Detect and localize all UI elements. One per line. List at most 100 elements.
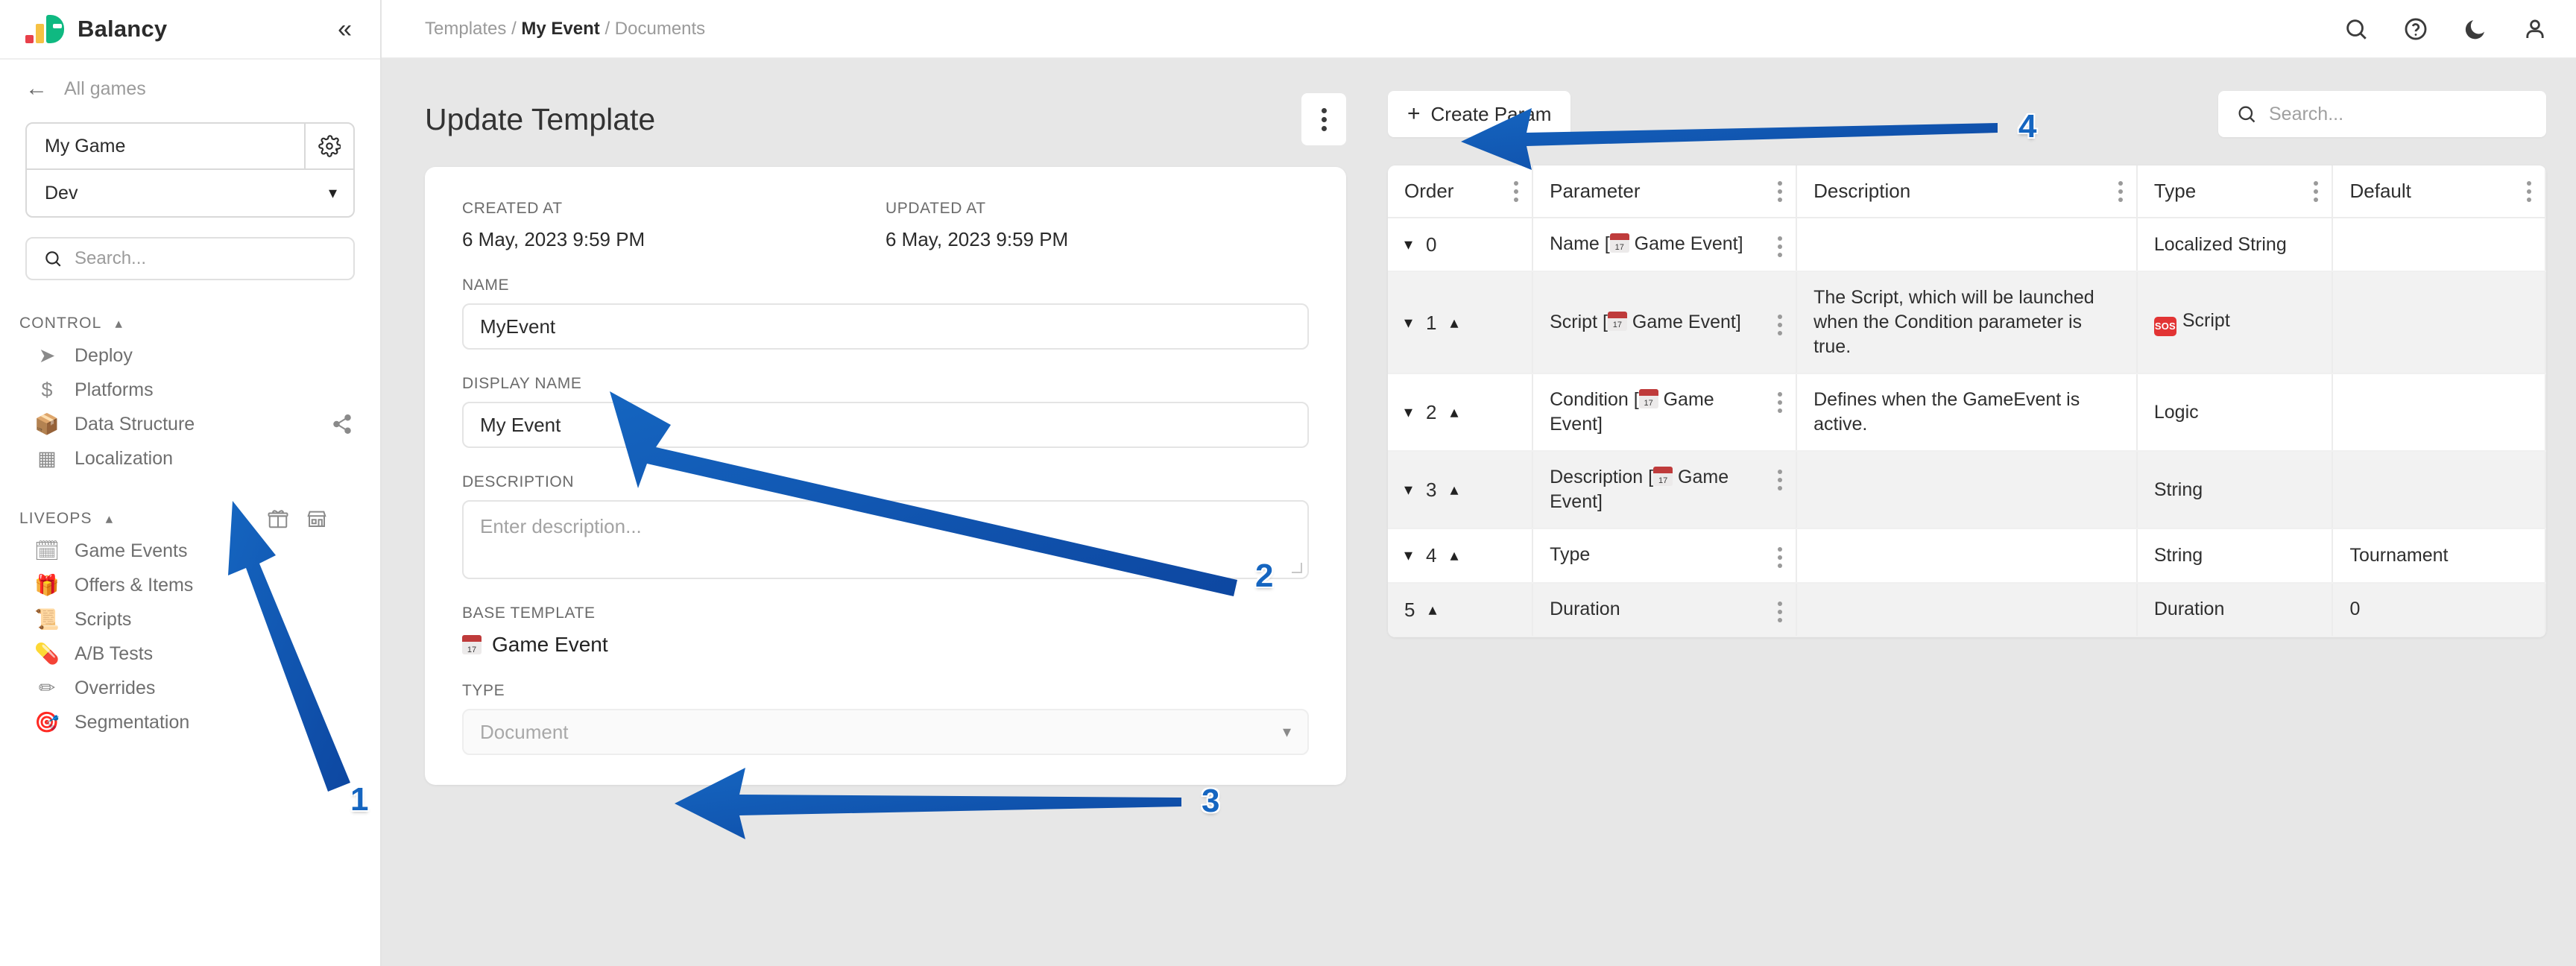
- more-vertical-icon[interactable]: [1514, 180, 1519, 202]
- cell-parameter: Description [ Game Event]: [1532, 451, 1798, 530]
- sidebar-item-game-events[interactable]: 🗓 Game Events: [0, 534, 380, 568]
- breadcrumb-current[interactable]: My Event: [521, 19, 599, 39]
- sidebar-item-platforms[interactable]: $ Platforms: [0, 373, 380, 407]
- order-value: 0: [1426, 233, 1437, 256]
- type-select-value: Document: [480, 720, 569, 743]
- page-more-button[interactable]: [1301, 93, 1346, 145]
- more-vertical-icon: [1321, 107, 1327, 131]
- column-header-default[interactable]: Default: [2332, 165, 2546, 218]
- move-down-icon[interactable]: ▾: [1404, 547, 1412, 564]
- parameter-name: Type: [1550, 544, 1591, 566]
- column-header-order[interactable]: Order: [1388, 165, 1534, 218]
- environment-dropdown[interactable]: Dev ▾: [27, 170, 353, 216]
- table-row[interactable]: ▾ 4 ▴ Type String Tournament: [1388, 528, 2546, 584]
- more-vertical-icon[interactable]: [2118, 180, 2123, 202]
- move-down-icon[interactable]: ▾: [1404, 314, 1412, 331]
- name-input[interactable]: MyEvent: [462, 303, 1309, 350]
- cell-default: [2332, 373, 2546, 452]
- share-icon[interactable]: [331, 413, 353, 435]
- move-down-icon[interactable]: ▾: [1404, 236, 1412, 253]
- parameter-name: Script [ Game Event]: [1550, 310, 1778, 335]
- params-table-wrapper: Order Parameter Description Type Default…: [1388, 165, 2546, 637]
- move-up-icon[interactable]: ▴: [1450, 482, 1459, 498]
- description-field-group: DESCRIPTION Enter description...: [462, 473, 1309, 579]
- all-games-back-link[interactable]: ← All games: [0, 60, 380, 118]
- move-up-icon[interactable]: ▴: [1450, 314, 1459, 331]
- cell-description: The Script, which will be launched when …: [1796, 271, 2138, 375]
- help-circle-icon[interactable]: [2403, 16, 2428, 42]
- table-row[interactable]: ▾ 1 ▴ Script [ Game Event] The Script, which…: [1388, 271, 2546, 375]
- display-name-label: DISPLAY NAME: [462, 375, 582, 392]
- double-chevron-left-icon[interactable]: «: [338, 16, 352, 42]
- more-vertical-icon[interactable]: [1778, 547, 1783, 569]
- more-vertical-icon[interactable]: [1778, 392, 1783, 414]
- move-down-icon[interactable]: ▾: [1404, 482, 1412, 498]
- sidebar-item-overrides[interactable]: ✏ Overrides: [0, 671, 380, 705]
- column-header-parameter[interactable]: Parameter: [1532, 165, 1798, 218]
- sos-badge-icon: SOS: [2153, 317, 2176, 337]
- user-account-icon[interactable]: [2522, 16, 2548, 42]
- dark-mode-moon-icon[interactable]: [2463, 16, 2488, 42]
- chevron-down-icon: ▾: [328, 183, 337, 202]
- more-vertical-icon[interactable]: [1778, 470, 1783, 491]
- cell-parameter: Condition [ Game Event]: [1532, 373, 1798, 452]
- blocks-icon: ▦: [37, 446, 57, 470]
- store-icon[interactable]: [306, 508, 328, 530]
- game-row[interactable]: My Game: [27, 124, 353, 170]
- section-header-control[interactable]: CONTROL ▴: [0, 309, 380, 338]
- sidebar-item-ab-tests[interactable]: 💊 A/B Tests: [0, 637, 380, 671]
- content-area: Update Template CREATED AT 6 May, 2023 9…: [382, 58, 2576, 966]
- table-row[interactable]: ▾ 3 ▴ Description [ Game Event] String: [1388, 451, 2546, 530]
- column-label: Description: [1813, 180, 1911, 202]
- more-vertical-icon[interactable]: [2527, 180, 2531, 202]
- sidebar-search-input[interactable]: Search...: [25, 237, 355, 280]
- more-vertical-icon[interactable]: [1778, 180, 1783, 202]
- sidebar-item-offers-items[interactable]: 🎁 Offers & Items: [0, 568, 380, 602]
- game-settings-button[interactable]: [304, 124, 353, 168]
- more-vertical-icon[interactable]: [1778, 314, 1783, 335]
- cell-description: [1796, 582, 2138, 637]
- more-vertical-icon[interactable]: [1778, 601, 1783, 622]
- move-up-icon[interactable]: ▴: [1450, 547, 1459, 564]
- environment-value: Dev: [45, 182, 78, 203]
- move-up-icon[interactable]: ▴: [1450, 404, 1459, 420]
- sidebar-item-deploy[interactable]: ➤ Deploy: [0, 338, 380, 373]
- display-name-input[interactable]: My Event: [462, 402, 1309, 448]
- sidebar-item-segmentation[interactable]: 🎯 Segmentation: [0, 705, 380, 739]
- cell-default: [2332, 271, 2546, 375]
- breadcrumb-root[interactable]: Templates: [425, 19, 506, 39]
- column-header-type[interactable]: Type: [2136, 165, 2334, 218]
- created-at-label: CREATED AT: [462, 200, 563, 217]
- type-select[interactable]: Document ▾: [462, 709, 1309, 755]
- move-down-icon[interactable]: ▾: [1404, 404, 1412, 420]
- section-header-liveops[interactable]: LIVEOPS ▴: [0, 504, 380, 534]
- sidebar-item-localization[interactable]: ▦ Localization: [0, 441, 380, 476]
- column-header-description[interactable]: Description: [1796, 165, 2138, 218]
- sidebar-item-label: Game Events: [75, 540, 188, 561]
- parameter-name: Duration: [1550, 598, 1620, 619]
- more-vertical-icon[interactable]: [2314, 180, 2319, 202]
- breadcrumb-leaf[interactable]: Documents: [615, 19, 705, 39]
- table-row[interactable]: 5 ▴ Duration Duration 0: [1388, 582, 2546, 637]
- type-label: TYPE: [462, 682, 505, 699]
- calendar-icon: [1607, 311, 1627, 331]
- sidebar-item-label: Localization: [75, 447, 174, 469]
- base-template-value: Game Event: [492, 633, 608, 656]
- brand-row: Balancy «: [0, 0, 380, 60]
- base-template-label: BASE TEMPLATE: [462, 604, 596, 622]
- table-row[interactable]: ▾ 2 ▴ Condition [ Game Event] Defines when t…: [1388, 373, 2546, 452]
- main-area: Templates / My Event / Documents Update …: [382, 0, 2576, 966]
- table-row[interactable]: ▾0Name [ Game Event]Localized String: [1388, 218, 2546, 273]
- search-icon[interactable]: [2343, 16, 2369, 42]
- params-table-head: Order Parameter Description Type Default: [1388, 165, 2546, 218]
- create-param-button[interactable]: + Create Param: [1388, 91, 1571, 137]
- sidebar-item-data-structure[interactable]: 📦 Data Structure: [0, 407, 380, 441]
- move-up-icon[interactable]: ▴: [1428, 601, 1436, 618]
- cell-parameter: Type: [1532, 528, 1798, 584]
- params-search-input[interactable]: Search...: [2218, 91, 2546, 137]
- more-vertical-icon[interactable]: [1778, 236, 1783, 258]
- gift-icon[interactable]: [267, 508, 289, 530]
- base-template-value-row[interactable]: Game Event: [462, 633, 1309, 657]
- description-textarea[interactable]: Enter description...: [462, 500, 1309, 579]
- sidebar-item-scripts[interactable]: 📜 Scripts: [0, 602, 380, 637]
